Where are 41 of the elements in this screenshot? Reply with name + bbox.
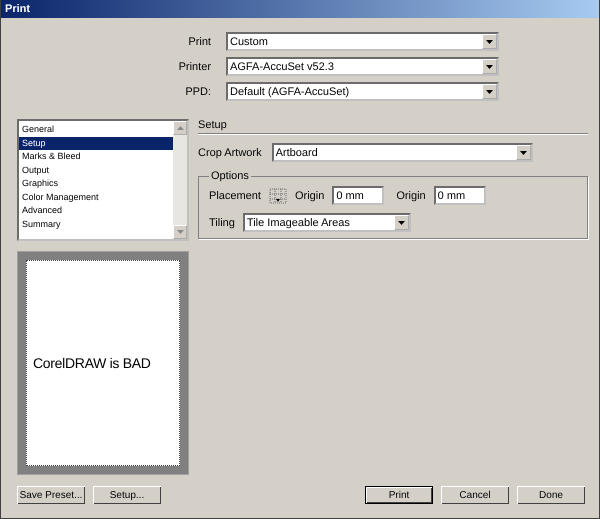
caret-icon [486,40,493,44]
category-item[interactable]: Color Management [19,190,173,204]
category-item[interactable]: General [19,123,173,136]
placement-grid-icon[interactable] [268,188,287,204]
field-label: PPD: [184,86,211,98]
category-item[interactable]: Output [19,164,173,177]
group-title: Options [210,170,250,182]
dropdown[interactable]: Default (AGFA-AccuSet) [226,82,499,101]
dialog-button[interactable]: Cancel [441,486,509,504]
caret-icon [486,90,493,94]
scroll-up-icon [176,126,184,130]
field-label: Placement [209,190,261,202]
dialog-button[interactable]: Save Preset... [17,486,85,504]
input-field[interactable]: 0 mm [434,186,486,205]
field-label: Origin [294,190,324,202]
caret-icon [486,64,493,68]
dropdown[interactable]: Artboard [272,143,533,162]
dropdown[interactable]: Tile Imageable Areas [242,213,411,232]
caret-icon [520,150,527,154]
field-label: Print [187,36,211,48]
scroll-down-icon [176,230,184,234]
dropdown[interactable]: AGFA-AccuSet v52.3 [226,57,499,76]
dialog-button[interactable]: Setup... [93,486,161,504]
dialog-button[interactable]: Done [517,486,585,504]
field-label: Origin [396,190,426,202]
caret-icon [398,220,405,224]
dropdown[interactable]: Custom [226,32,499,51]
section-heading: Setup [198,119,228,133]
category-item[interactable]: Advanced [19,204,173,218]
category-item[interactable]: Graphics [19,177,173,190]
category-item[interactable]: Summary [19,218,173,231]
input-field[interactable]: 0 mm [332,186,384,205]
category-item[interactable]: Marks & Bleed [19,150,173,164]
field-label: Printer [178,60,211,72]
field-label: Crop Artwork [198,146,262,158]
window-title: Print [1,0,599,18]
category-item[interactable]: Setup [19,136,173,150]
preview-text: CorelDRAW is BAD [33,355,151,371]
scrollbar[interactable] [173,121,187,239]
dialog-button[interactable]: Print [365,486,433,504]
field-label: Tiling [209,216,235,228]
